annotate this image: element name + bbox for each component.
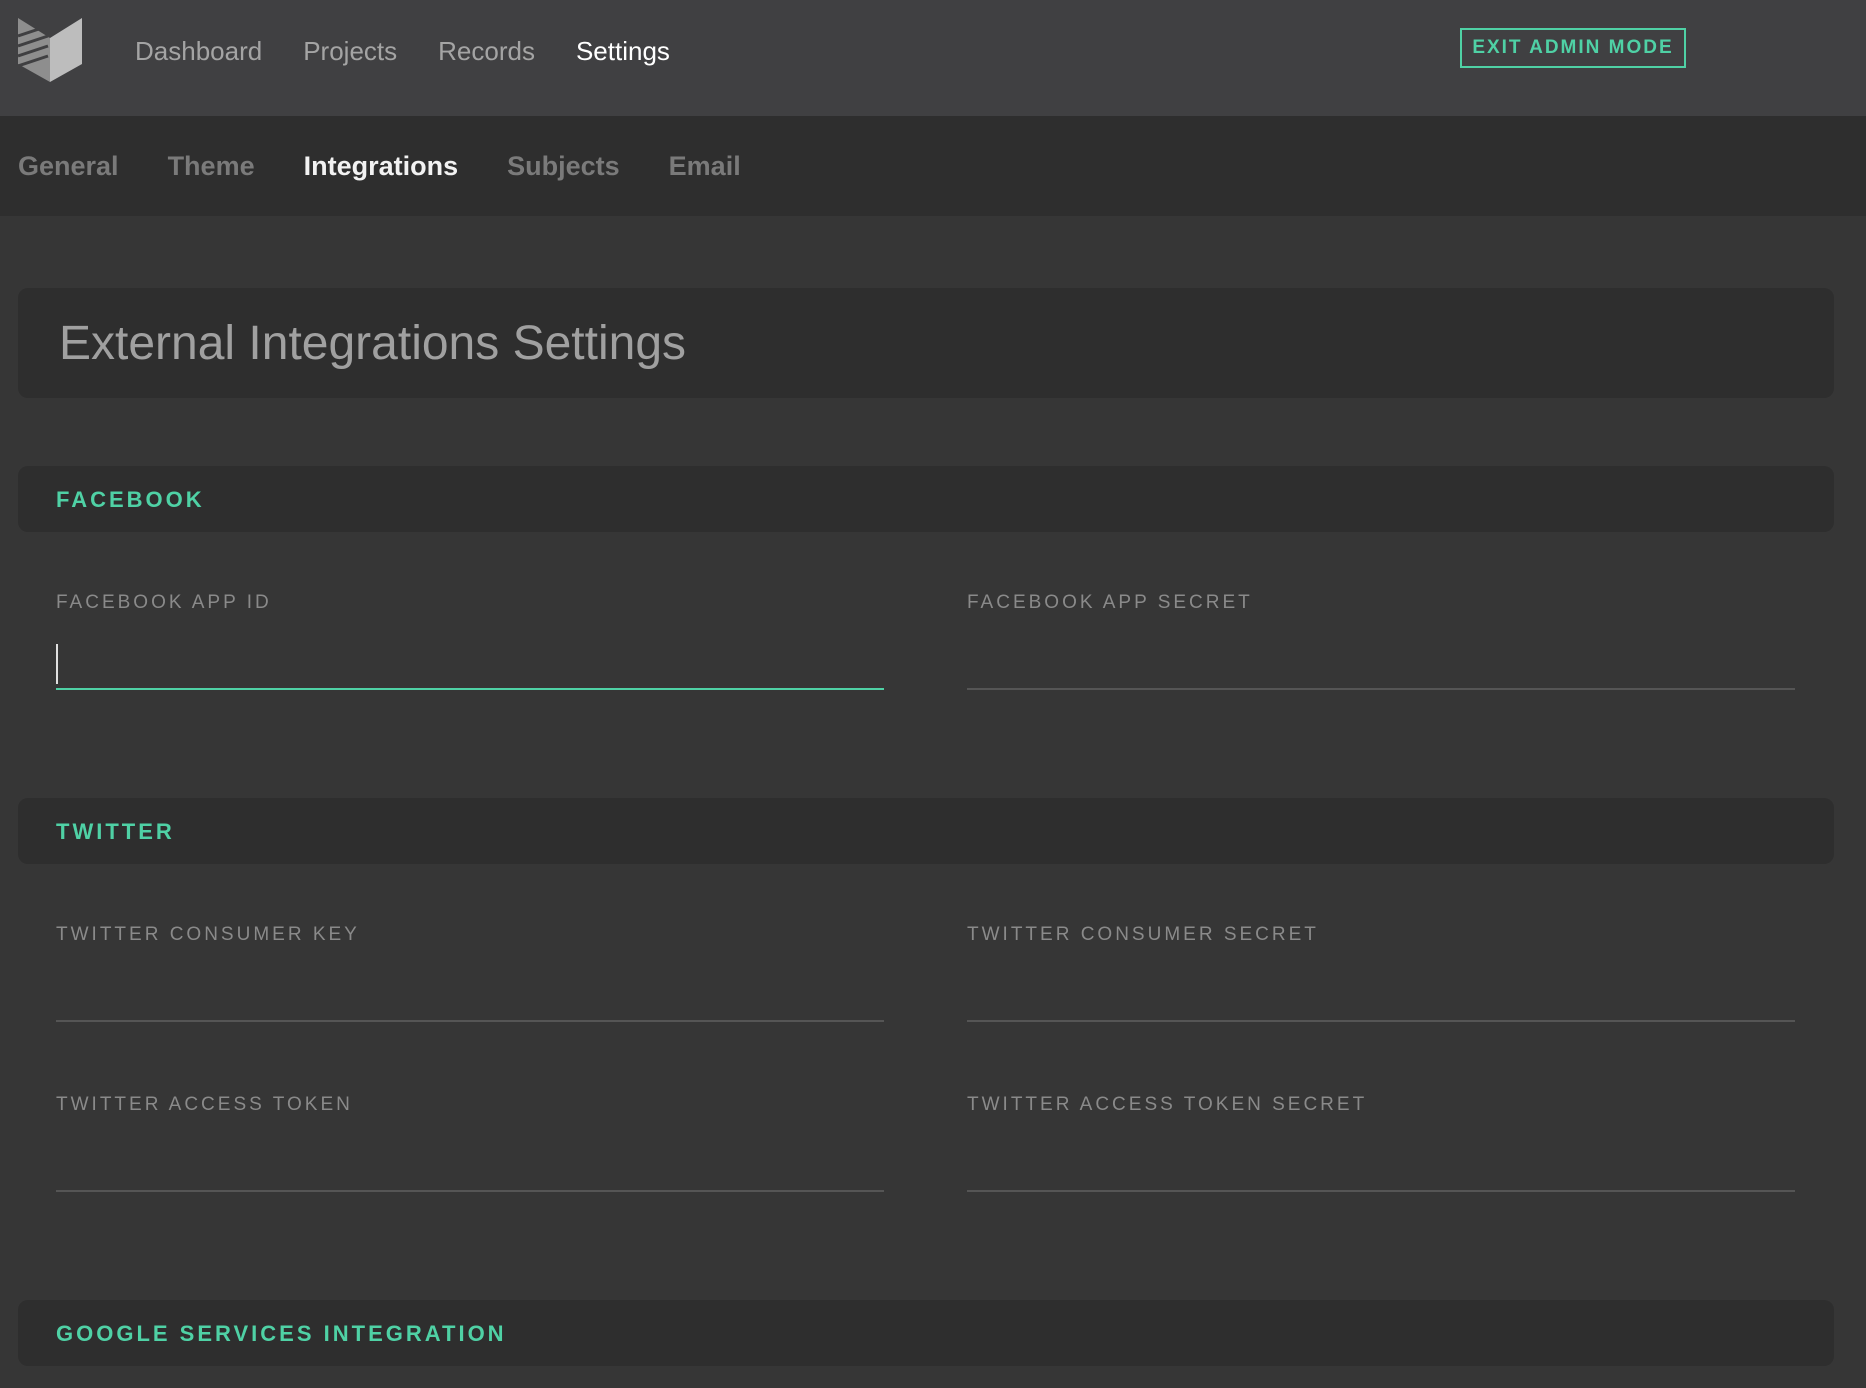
page-title: External Integrations Settings: [59, 317, 687, 370]
text-cursor: [56, 644, 58, 684]
twitter-access-token-input[interactable]: [56, 1132, 884, 1192]
nav-item-dashboard[interactable]: Dashboard: [135, 36, 262, 67]
twitter-access-token-secret-label: TWITTER ACCESS TOKEN SECRET: [967, 1094, 1368, 1115]
twitter-consumer-key-label: TWITTER CONSUMER KEY: [56, 924, 360, 945]
facebook-app-secret-label: FACEBOOK APP SECRET: [967, 592, 1253, 613]
facebook-app-secret-field: FACEBOOK APP SECRET: [967, 592, 1795, 690]
twitter-access-token-secret-field: TWITTER ACCESS TOKEN SECRET: [967, 1094, 1795, 1192]
twitter-access-token-field: TWITTER ACCESS TOKEN: [56, 1094, 884, 1192]
section-title-facebook: FACEBOOK: [56, 487, 205, 512]
twitter-consumer-secret-field: TWITTER CONSUMER SECRET: [967, 924, 1795, 1022]
facebook-app-id-field: FACEBOOK APP ID: [56, 592, 884, 690]
nav-item-settings[interactable]: Settings: [576, 36, 670, 67]
twitter-consumer-key-input[interactable]: [56, 962, 884, 1022]
top-navigation-bar: Dashboard Projects Records Settings EXIT…: [0, 0, 1866, 116]
facebook-app-id-input[interactable]: [56, 630, 884, 690]
nav-item-projects[interactable]: Projects: [303, 36, 397, 67]
nav-item-records[interactable]: Records: [438, 36, 535, 67]
settings-tabs: General Theme Integrations Subjects Emai…: [18, 116, 741, 216]
section-header-twitter: TWITTER: [18, 798, 1834, 864]
twitter-consumer-secret-input[interactable]: [967, 962, 1795, 1022]
settings-subnav-bar: General Theme Integrations Subjects Emai…: [0, 116, 1866, 216]
main-nav: Dashboard Projects Records Settings: [135, 0, 670, 102]
section-header-google-services: GOOGLE SERVICES INTEGRATION: [18, 1300, 1834, 1366]
tab-general[interactable]: General: [18, 151, 119, 182]
twitter-access-token-label: TWITTER ACCESS TOKEN: [56, 1094, 353, 1115]
tab-theme[interactable]: Theme: [168, 151, 255, 182]
section-header-facebook: FACEBOOK: [18, 466, 1834, 532]
twitter-consumer-key-field: TWITTER CONSUMER KEY: [56, 924, 884, 1022]
exit-admin-mode-button[interactable]: EXIT ADMIN MODE: [1460, 28, 1686, 68]
twitter-access-token-secret-input[interactable]: [967, 1132, 1795, 1192]
twitter-consumer-secret-label: TWITTER CONSUMER SECRET: [967, 924, 1319, 945]
facebook-app-secret-input[interactable]: [967, 630, 1795, 690]
page-title-panel: External Integrations Settings: [18, 288, 1834, 398]
facebook-app-id-label: FACEBOOK APP ID: [56, 592, 272, 613]
tab-integrations[interactable]: Integrations: [304, 151, 459, 182]
tab-subjects[interactable]: Subjects: [507, 151, 620, 182]
app-logo-icon[interactable]: [18, 18, 82, 82]
section-title-google-services: GOOGLE SERVICES INTEGRATION: [56, 1321, 507, 1346]
tab-email[interactable]: Email: [669, 151, 741, 182]
section-title-twitter: TWITTER: [56, 819, 175, 844]
